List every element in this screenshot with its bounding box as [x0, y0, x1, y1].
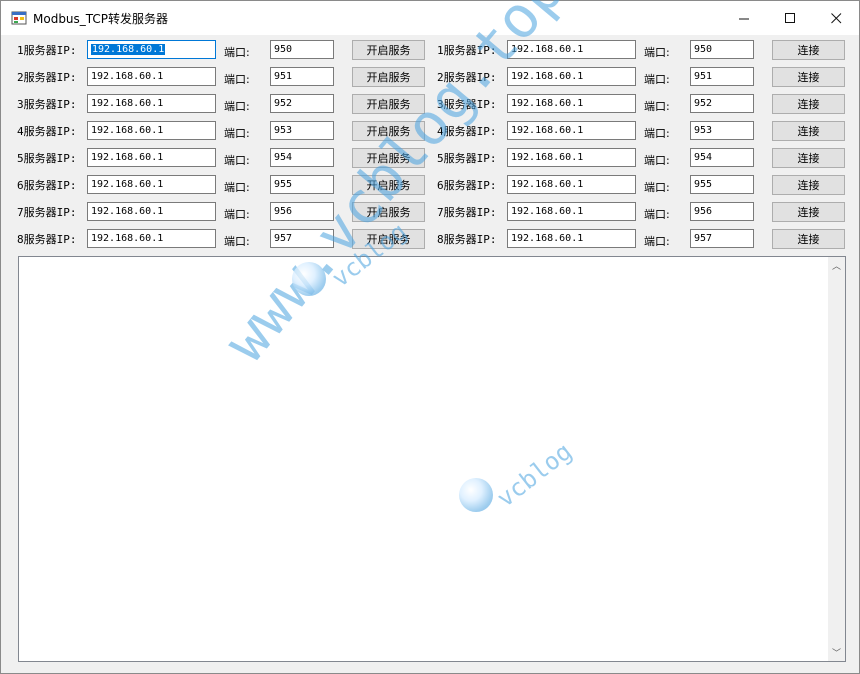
window-title: Modbus_TCP转发服务器 — [33, 12, 169, 26]
right-server-4-port-label: 端口: — [644, 127, 670, 140]
right-server-4-port-input[interactable]: 953 — [690, 121, 754, 140]
connect-button-8[interactable]: 连接 — [772, 229, 845, 249]
left-server-1-port-label: 端口: — [224, 46, 250, 59]
right-server-7-ip-label: 7服务器IP: — [437, 206, 497, 219]
right-server-3-ip-input[interactable]: 192.168.60.1 — [507, 94, 636, 113]
right-server-2-ip-label: 2服务器IP: — [437, 71, 497, 84]
minimize-button[interactable] — [721, 1, 767, 35]
start-service-button-7[interactable]: 开启服务 — [352, 202, 425, 222]
maximize-icon — [784, 12, 795, 23]
right-server-1-ip-label: 1服务器IP: — [437, 44, 497, 57]
close-icon — [830, 12, 841, 23]
selected-text: 192.168.60.1 — [91, 44, 166, 55]
connect-button-3[interactable]: 连接 — [772, 94, 845, 114]
left-server-3-ip-input[interactable]: 192.168.60.1 — [87, 94, 216, 113]
start-service-button-2[interactable]: 开启服务 — [352, 67, 425, 87]
right-server-8-ip-input[interactable]: 192.168.60.1 — [507, 229, 636, 248]
right-server-3-port-input[interactable]: 952 — [690, 94, 754, 113]
title-bar[interactable]: Modbus_TCP转发服务器 — [1, 1, 859, 35]
right-server-4-ip-input[interactable]: 192.168.60.1 — [507, 121, 636, 140]
right-server-6-ip-input[interactable]: 192.168.60.1 — [507, 175, 636, 194]
left-server-1-port-input[interactable]: 950 — [270, 40, 334, 59]
right-server-6-port-input[interactable]: 955 — [690, 175, 754, 194]
log-textbox[interactable]: ︿ ﹀ — [18, 256, 846, 662]
connect-button-6[interactable]: 连接 — [772, 175, 845, 195]
left-server-5-port-label: 端口: — [224, 154, 250, 167]
right-server-6-port-label: 端口: — [644, 181, 670, 194]
start-service-button-1[interactable]: 开启服务 — [352, 40, 425, 60]
left-server-1-ip-input[interactable]: 192.168.60.1 — [87, 40, 216, 59]
vertical-scrollbar[interactable]: ︿ ﹀ — [828, 257, 845, 661]
right-server-7-port-input[interactable]: 956 — [690, 202, 754, 221]
left-server-6-ip-label: 6服务器IP: — [17, 179, 77, 192]
right-server-5-port-input[interactable]: 954 — [690, 148, 754, 167]
right-server-5-ip-input[interactable]: 192.168.60.1 — [507, 148, 636, 167]
main-window: Modbus_TCP转发服务器 1服务器IP: 192.168.60.1 端口: 95… — [0, 0, 860, 674]
left-server-2-ip-input[interactable]: 192.168.60.1 — [87, 67, 216, 86]
right-server-4-ip-label: 4服务器IP: — [437, 125, 497, 138]
maximize-button[interactable] — [767, 1, 813, 35]
right-server-1-ip-input[interactable]: 192.168.60.1 — [507, 40, 636, 59]
right-server-5-ip-label: 5服务器IP: — [437, 152, 497, 165]
left-server-8-ip-label: 8服务器IP: — [17, 233, 77, 246]
right-server-7-ip-input[interactable]: 192.168.60.1 — [507, 202, 636, 221]
right-server-5-port-label: 端口: — [644, 154, 670, 167]
close-button[interactable] — [813, 1, 859, 35]
left-server-8-port-label: 端口: — [224, 235, 250, 248]
connect-button-5[interactable]: 连接 — [772, 148, 845, 168]
left-server-7-port-label: 端口: — [224, 208, 250, 221]
start-service-button-8[interactable]: 开启服务 — [352, 229, 425, 249]
connect-button-1[interactable]: 连接 — [772, 40, 845, 60]
left-server-3-ip-label: 3服务器IP: — [17, 98, 77, 111]
left-server-6-port-label: 端口: — [224, 181, 250, 194]
left-server-3-port-input[interactable]: 952 — [270, 94, 334, 113]
connect-button-7[interactable]: 连接 — [772, 202, 845, 222]
left-server-5-port-input[interactable]: 954 — [270, 148, 334, 167]
right-server-6-ip-label: 6服务器IP: — [437, 179, 497, 192]
left-server-2-port-input[interactable]: 951 — [270, 67, 334, 86]
right-server-3-port-label: 端口: — [644, 100, 670, 113]
right-server-8-port-input[interactable]: 957 — [690, 229, 754, 248]
right-server-8-ip-label: 8服务器IP: — [437, 233, 497, 246]
right-server-2-port-label: 端口: — [644, 73, 670, 86]
right-server-2-port-input[interactable]: 951 — [690, 67, 754, 86]
start-service-button-6[interactable]: 开启服务 — [352, 175, 425, 195]
left-server-7-ip-input[interactable]: 192.168.60.1 — [87, 202, 216, 221]
connect-button-2[interactable]: 连接 — [772, 67, 845, 87]
left-server-1-ip-label: 1服务器IP: — [17, 44, 77, 57]
left-server-4-port-label: 端口: — [224, 127, 250, 140]
right-server-1-port-label: 端口: — [644, 46, 670, 59]
left-server-7-port-input[interactable]: 956 — [270, 202, 334, 221]
left-server-4-ip-input[interactable]: 192.168.60.1 — [87, 121, 216, 140]
right-server-1-port-input[interactable]: 950 — [690, 40, 754, 59]
left-server-8-ip-input[interactable]: 192.168.60.1 — [87, 229, 216, 248]
left-server-3-port-label: 端口: — [224, 100, 250, 113]
start-service-button-5[interactable]: 开启服务 — [352, 148, 425, 168]
app-window-icon — [11, 11, 27, 25]
left-server-8-port-input[interactable]: 957 — [270, 229, 334, 248]
left-server-4-ip-label: 4服务器IP: — [17, 125, 77, 138]
left-server-6-ip-input[interactable]: 192.168.60.1 — [87, 175, 216, 194]
left-server-2-port-label: 端口: — [224, 73, 250, 86]
right-server-2-ip-input[interactable]: 192.168.60.1 — [507, 67, 636, 86]
scroll-down-arrow-icon[interactable]: ﹀ — [828, 644, 845, 661]
left-server-4-port-input[interactable]: 953 — [270, 121, 334, 140]
right-server-8-port-label: 端口: — [644, 235, 670, 248]
scroll-up-arrow-icon[interactable]: ︿ — [828, 257, 845, 274]
start-service-button-4[interactable]: 开启服务 — [352, 121, 425, 141]
right-server-7-port-label: 端口: — [644, 208, 670, 221]
left-server-7-ip-label: 7服务器IP: — [17, 206, 77, 219]
minimize-icon — [738, 18, 749, 19]
left-server-5-ip-input[interactable]: 192.168.60.1 — [87, 148, 216, 167]
start-service-button-3[interactable]: 开启服务 — [352, 94, 425, 114]
left-server-6-port-input[interactable]: 955 — [270, 175, 334, 194]
right-server-3-ip-label: 3服务器IP: — [437, 98, 497, 111]
connect-button-4[interactable]: 连接 — [772, 121, 845, 141]
left-server-2-ip-label: 2服务器IP: — [17, 71, 77, 84]
left-server-5-ip-label: 5服务器IP: — [17, 152, 77, 165]
